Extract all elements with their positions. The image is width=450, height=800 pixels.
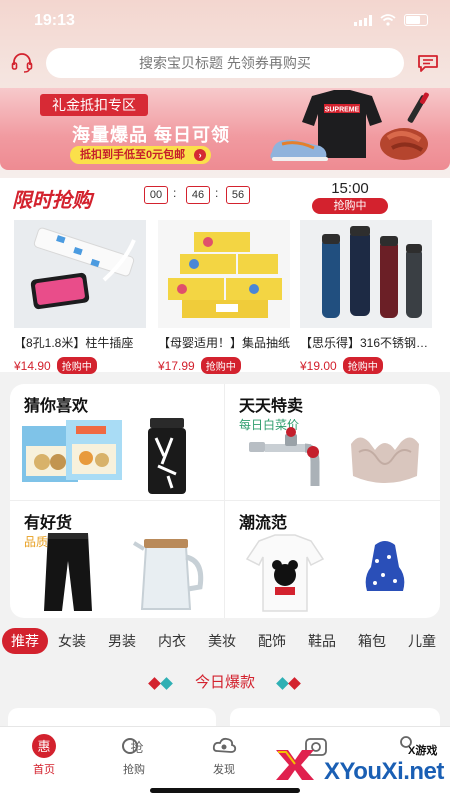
search-placeholder: 搜索宝贝标题 先领券再购买: [139, 55, 311, 71]
flash-product-card[interactable]: 【思乐得】316不锈钢保温杯 ¥19.00 抢购中: [300, 220, 432, 374]
decor-diamond: [276, 677, 289, 690]
banner-shirt-text: SUPREME: [325, 107, 360, 114]
category-image-food-boxes: [22, 420, 122, 482]
watermark-brand-text: XYouXi.net: [324, 758, 444, 785]
status-icons: [354, 14, 428, 26]
flash-sale-section: 限时抢购 00 : 46 : 56 15:00 抢购中 【8孔1.8米】柱牛插座…: [0, 178, 450, 374]
banner-tag: 礼金抵扣专区: [40, 94, 148, 116]
decor-diamond: [148, 677, 161, 690]
watermark-x-icon: [276, 750, 314, 780]
today-hot-header: 今日爆款: [0, 670, 450, 696]
tab-underwear[interactable]: 内衣: [158, 628, 186, 654]
promo-banner[interactable]: 礼金抵扣专区 海量爆品 每日可领 抵扣到手低至0元包邮 › SUPREME: [0, 88, 450, 170]
home-hui-icon: 惠: [32, 734, 56, 758]
product-price: ¥14.90: [14, 358, 51, 373]
session-status-badge: 抢购中: [312, 198, 388, 214]
tab-shoes[interactable]: 鞋品: [308, 628, 336, 654]
tab-womens[interactable]: 女装: [58, 628, 86, 654]
search-row: 搜索宝贝标题 先领券再购买: [0, 46, 450, 80]
product-status-badge: 抢购中: [200, 357, 241, 374]
chevron-right-icon: ›: [194, 149, 207, 161]
tab-kids[interactable]: 儿童: [408, 628, 436, 654]
discover-cloud-icon: [212, 737, 237, 753]
product-name: 【母婴适用！】集品抽纸: [158, 336, 290, 350]
cellular-signal-icon: [354, 14, 372, 26]
category-title: 潮流范: [239, 515, 288, 532]
category-image-scarf: [365, 541, 405, 591]
category-title: 猜你喜欢: [24, 398, 89, 415]
category-guess-you-like[interactable]: 猜你喜欢: [10, 384, 224, 500]
headset-service-icon[interactable]: [10, 51, 34, 75]
decor-diamond: [160, 677, 173, 690]
countdown-seconds: 56: [226, 186, 250, 204]
nav-label: 发现: [213, 764, 235, 776]
watermark-small-text: X游戏: [408, 745, 438, 757]
flash-product-card[interactable]: 【母婴适用！】集品抽纸 ¥17.99 抢购中: [158, 220, 290, 374]
message-icon[interactable]: [416, 51, 440, 75]
svg-text:惠: 惠: [37, 740, 50, 755]
category-title: 天天特卖: [239, 398, 304, 415]
banner-cta-label: 抵扣到手低至0元包邮: [80, 149, 186, 161]
product-price: ¥17.99: [158, 358, 195, 373]
product-status-badge: 抢购中: [342, 357, 383, 374]
category-good-stuff[interactable]: 有好货 品质好物: [10, 501, 224, 617]
home-indicator: [150, 788, 300, 793]
countdown-hours: 00: [144, 186, 168, 204]
battery-icon: [404, 14, 428, 26]
category-image-faucet: [249, 427, 320, 486]
nav-label: 首页: [33, 764, 55, 776]
countdown-separator: :: [215, 186, 219, 200]
tab-beauty[interactable]: 美妆: [208, 628, 236, 654]
nav-label: 抢购: [123, 764, 145, 776]
product-image-thermos: [300, 220, 432, 328]
banner-products-image: SUPREME: [270, 90, 429, 161]
category-title: 有好货: [24, 515, 73, 532]
tab-mens[interactable]: 男装: [108, 628, 136, 654]
category-image-pants: [44, 533, 92, 611]
category-image-bra: [351, 437, 419, 483]
banner-slogan: 海量爆品 每日可领: [72, 125, 231, 145]
product-price: ¥19.00: [300, 358, 337, 373]
decor-diamond: [288, 677, 301, 690]
flash-qiang-icon: 抢: [122, 738, 144, 756]
tab-accessories[interactable]: 配饰: [258, 628, 286, 654]
category-daily-deals[interactable]: 天天特卖 每日白菜价: [225, 384, 439, 500]
countdown-minutes: 46: [186, 186, 210, 204]
session-time: 15:00: [331, 180, 369, 197]
category-image-seaweed-jar: [148, 418, 186, 494]
banner-cta-button[interactable]: 抵扣到手低至0元包邮 ›: [70, 146, 212, 164]
product-name: 【思乐得】316不锈钢保温杯: [300, 336, 432, 350]
flash-sale-title: 限时抢购: [12, 190, 92, 212]
countdown-separator: :: [173, 186, 177, 200]
product-category-tabs: 推荐 女装 男装 内衣 美妆 配饰 鞋品 箱包 儿童: [0, 624, 450, 660]
category-image-glass-kettle: [132, 539, 204, 610]
nav-home[interactable]: 惠 首页: [14, 733, 74, 777]
product-name: 【8孔1.8米】柱牛插座: [14, 336, 134, 350]
svg-text:抢: 抢: [130, 740, 143, 756]
product-image-tissues: [158, 220, 290, 328]
nav-discover[interactable]: 发现: [194, 733, 254, 777]
category-trendy[interactable]: 潮流范: [225, 501, 439, 617]
nav-flash[interactable]: 抢 抢购: [104, 733, 164, 777]
flash-product-card[interactable]: 【8孔1.8米】柱牛插座 ¥14.90 抢购中: [14, 220, 146, 374]
category-image-tshirt: [245, 534, 325, 612]
flash-session-tab[interactable]: 15:00 抢购中: [312, 180, 388, 214]
product-status-badge: 抢购中: [56, 357, 97, 374]
category-grid: 猜你喜欢 天天特卖 每日白菜价 有好货 潮流范: [10, 384, 440, 618]
status-time: 19:13: [34, 12, 75, 29]
section-title: 今日爆款: [194, 674, 255, 691]
product-image-power-strip: [14, 220, 146, 328]
tab-bags[interactable]: 箱包: [358, 628, 386, 654]
watermark-logo: X游戏 XYouXi.net: [272, 736, 450, 794]
tab-recommend[interactable]: 推荐: [2, 628, 48, 654]
search-input[interactable]: 搜索宝贝标题 先领券再购买: [46, 48, 404, 78]
wifi-icon: [380, 14, 396, 26]
status-bar: 19:13: [0, 0, 450, 40]
